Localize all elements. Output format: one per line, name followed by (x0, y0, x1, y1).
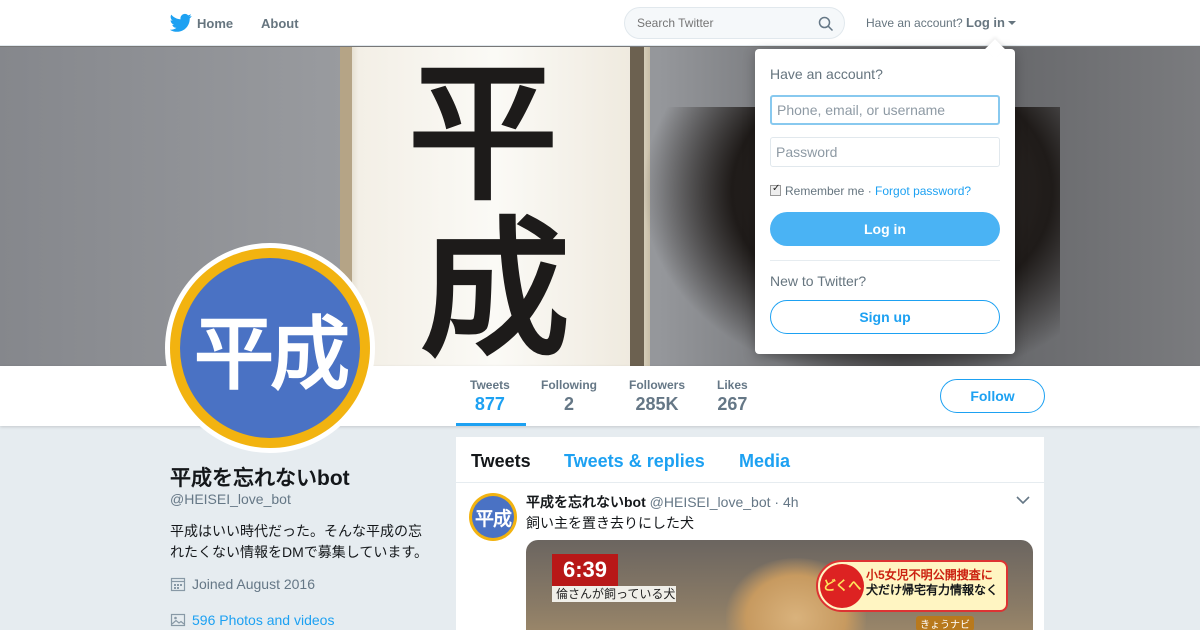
profile-handle[interactable]: @HEISEI_love_bot (170, 491, 291, 507)
tweet-header: 平成を忘れないbot @HEISEI_love_bot · 4h (526, 492, 799, 512)
tweet-author-name[interactable]: 平成を忘れないbot (526, 494, 646, 510)
top-nav: Home About Have an account? Log in (0, 0, 1200, 46)
profile-bio: 平成はいい時代だった。そんな平成の忘れたくない情報をDMで募集しています。 (170, 523, 428, 560)
password-input[interactable] (770, 137, 1000, 167)
login-button[interactable]: Log in (770, 212, 1000, 246)
media-badge-line1-b: 公開捜査に (932, 568, 993, 582)
tweet-author-handle[interactable]: @HEISEI_love_bot (650, 494, 771, 510)
tweet[interactable]: 平成 平成を忘れないbot @HEISEI_love_bot · 4h 飼い主を… (456, 483, 1044, 630)
banner-kanji-top: 平 (408, 46, 559, 222)
profile-photos-text[interactable]: 596 Photos and videos (192, 612, 334, 628)
signup-button[interactable]: Sign up (770, 300, 1000, 334)
profile-joined-text: Joined August 2016 (192, 576, 315, 592)
media-badge-line1: 小5女児不明公開捜査に (866, 568, 998, 583)
search-box[interactable] (624, 7, 845, 39)
search-input[interactable] (637, 16, 807, 30)
new-to-twitter-text: New to Twitter? (770, 273, 867, 289)
stat-likes-value: 267 (717, 394, 748, 414)
login-dropdown: Have an account? Remember me · Forgot pa… (755, 39, 1015, 354)
remember-me-label[interactable]: Remember me (785, 184, 864, 198)
stat-tweets-label: Tweets (470, 378, 510, 392)
twitter-bird-icon[interactable] (170, 13, 192, 33)
login-dropdown-toggle[interactable]: Log in (966, 15, 1005, 30)
banner-kanji-bottom: 成 (420, 202, 571, 366)
profile-name[interactable]: 平成を忘れないbot (170, 462, 350, 492)
stat-following-label: Following (541, 378, 597, 392)
tab-tweets-replies[interactable]: Tweets & replies (564, 451, 705, 472)
tweet-text: 飼い主を置き去りにした犬 (526, 515, 694, 531)
stat-followers-value: 285K (635, 394, 679, 414)
image-icon (170, 613, 186, 627)
tweet-avatar-text: 平成 (472, 496, 514, 538)
media-caption: 倫さんが飼っている犬 (552, 586, 676, 602)
stat-tweets-value: 877 (474, 394, 505, 414)
stat-likes-label: Likes (717, 378, 748, 392)
calendar-icon (170, 577, 186, 592)
remember-me-checkbox[interactable] (770, 183, 781, 196)
media-news-badge: どくへ 小5女児不明公開捜査に 犬だけ帰宅有力情報なく (816, 560, 1008, 612)
stat-following-value: 2 (563, 394, 574, 414)
tweet-media-image[interactable]: 6:39 倫さんが飼っている犬 どくへ 小5女児不明公開捜査に 犬だけ帰宅有力情… (526, 540, 1033, 630)
dropdown-divider (770, 260, 1000, 261)
caret-down-icon[interactable] (1008, 21, 1016, 25)
media-tag: きょうナビ (916, 616, 974, 630)
profile-photos-link[interactable]: 596 Photos and videos (170, 612, 334, 628)
media-clock: 6:39 (552, 554, 618, 586)
media-badge-line1-a: 小5女児不明 (866, 568, 933, 582)
media-badge-line2-b: 有力情報なく (926, 583, 999, 597)
active-stat-underline (456, 423, 526, 426)
username-input[interactable] (770, 95, 1000, 125)
avatar-text: 平成 (180, 258, 360, 438)
stat-tweets[interactable]: Tweets 877 (470, 378, 510, 415)
tweet-timestamp[interactable]: · 4h (774, 494, 798, 510)
forgot-password-link[interactable]: Forgot password? (875, 184, 971, 198)
remember-separator: · (867, 184, 872, 198)
login-dropdown-title: Have an account? (770, 66, 883, 82)
stat-followers-label: Followers (629, 378, 686, 392)
profile-joined: Joined August 2016 (170, 576, 315, 592)
follow-button[interactable]: Follow (940, 379, 1045, 413)
search-icon[interactable] (818, 16, 834, 32)
profile-avatar[interactable]: 平成 (165, 243, 375, 453)
tab-media[interactable]: Media (739, 451, 790, 472)
media-badge-line2-a: 犬だけ帰宅 (866, 583, 927, 597)
timeline-tabs: Tweets Tweets & replies Media (456, 437, 1044, 483)
have-account-text: Have an account? (866, 16, 963, 30)
stat-likes[interactable]: Likes 267 (717, 378, 748, 415)
stat-following[interactable]: Following 2 (541, 378, 597, 415)
nav-about-link[interactable]: About (261, 16, 299, 31)
nav-home-link[interactable]: Home (197, 16, 233, 31)
stat-followers[interactable]: Followers 285K (629, 378, 685, 415)
remember-me-row: Remember me · Forgot password? (770, 183, 971, 198)
tab-tweets[interactable]: Tweets (471, 451, 531, 472)
media-badge-circle: どくへ (820, 564, 864, 608)
media-badge-line2: 犬だけ帰宅有力情報なく (866, 583, 998, 598)
avatar-ring: 平成 (170, 248, 370, 448)
tweet-avatar[interactable]: 平成 (469, 493, 517, 541)
chevron-down-icon[interactable] (1016, 495, 1030, 505)
timeline: Tweets Tweets & replies Media 平成 平成を忘れない… (456, 437, 1044, 630)
